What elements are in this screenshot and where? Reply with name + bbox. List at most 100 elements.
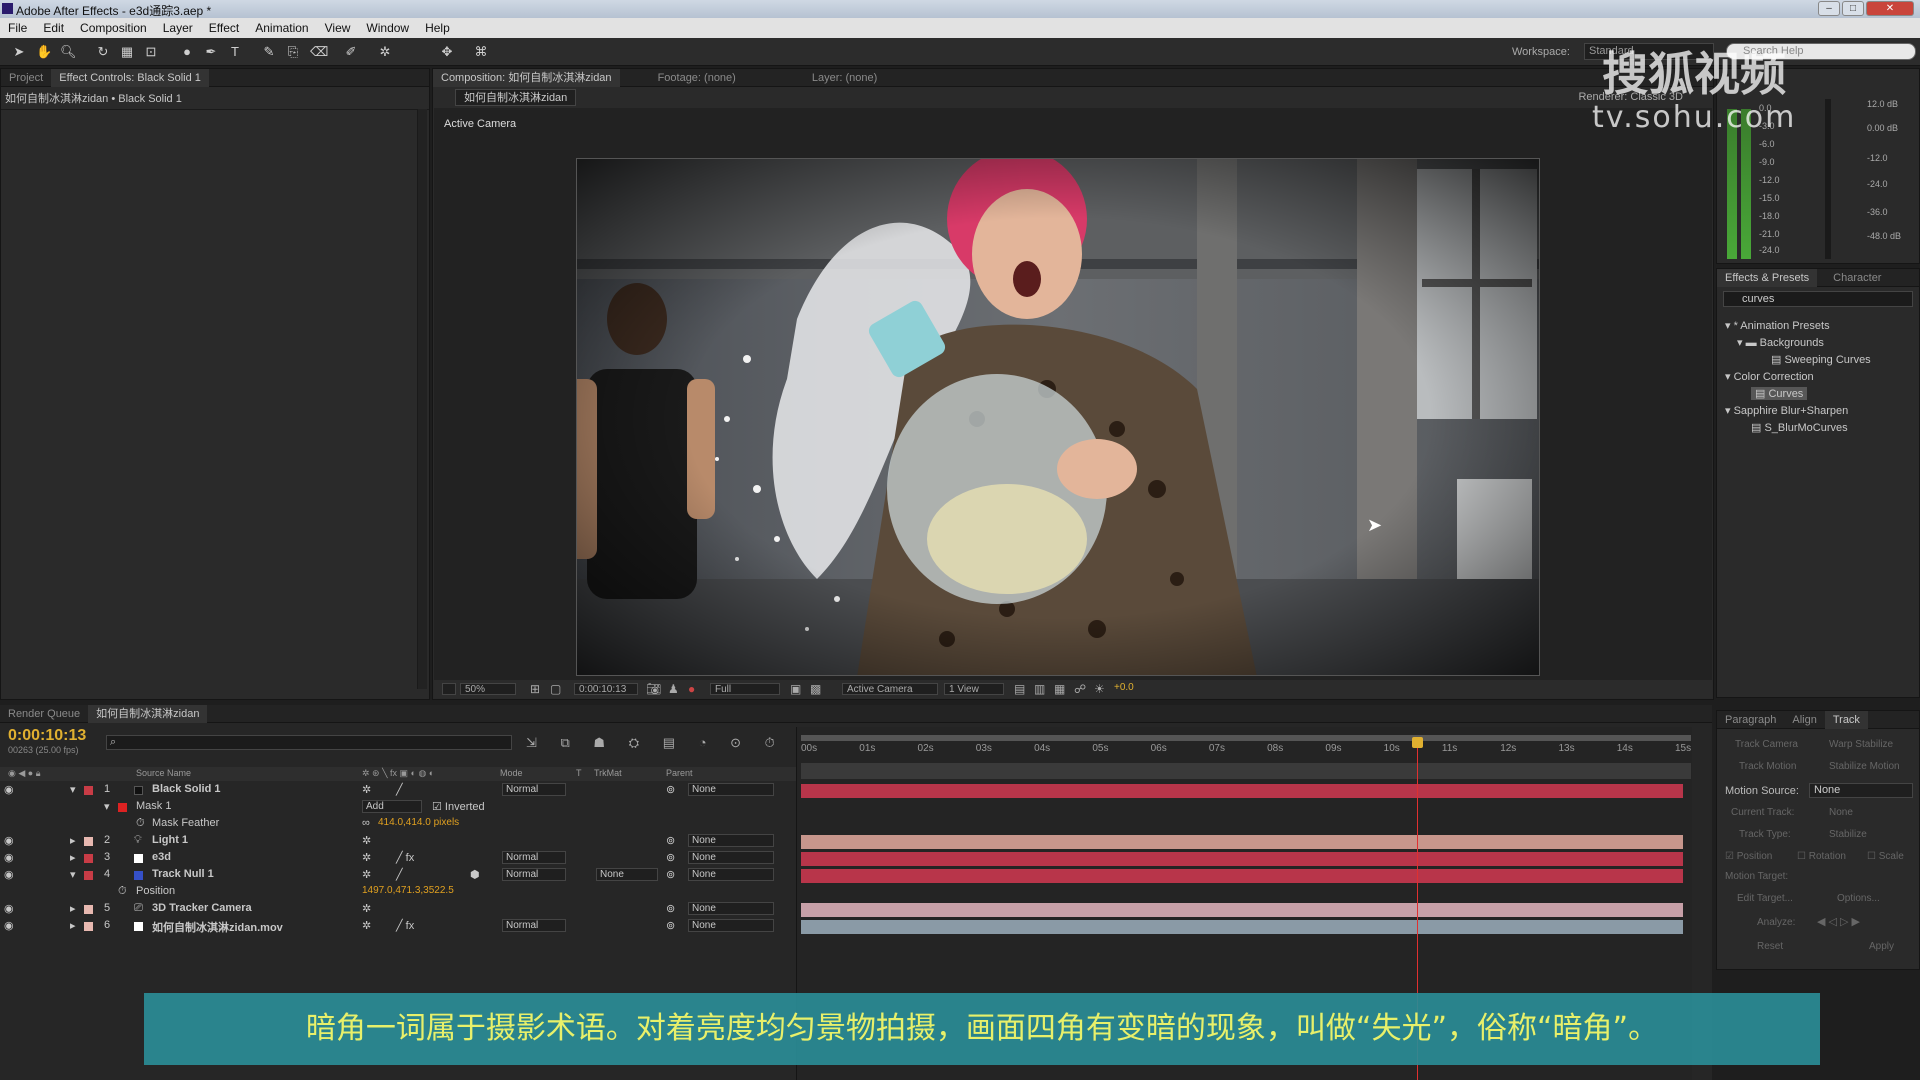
parent-dropdown[interactable]: None: [688, 851, 774, 864]
ellipse-tool-icon[interactable]: ●: [180, 45, 194, 59]
col-parent[interactable]: Parent: [666, 768, 693, 778]
rotate-tool-icon[interactable]: ↻: [96, 45, 110, 59]
timeline-icon[interactable]: ▦: [1054, 682, 1065, 696]
current-track-value[interactable]: None: [1829, 807, 1853, 818]
menu-view[interactable]: View: [317, 21, 359, 35]
label-color[interactable]: [84, 905, 93, 914]
mask-row[interactable]: ▾ Mask 1 Add ☑ Inverted: [0, 800, 796, 817]
show-snapshot-icon[interactable]: ♟: [668, 682, 679, 696]
layer-row-6[interactable]: ◉ ▸ 6 如何自制冰淇淋zidan.mov ✲ ╱ fx Normal ⊚ N…: [0, 919, 796, 936]
tree-item-backgrounds[interactable]: ▾ ▬ Backgrounds: [1737, 336, 1824, 349]
tree-item-curves[interactable]: ▤ Curves: [1751, 387, 1808, 400]
close-button[interactable]: ✕: [1866, 1, 1914, 16]
eye-icon[interactable]: ◉: [4, 902, 14, 915]
tree-item-color-correction[interactable]: ▾ Color Correction: [1725, 370, 1814, 383]
label-color[interactable]: [84, 837, 93, 846]
expand-arrow-icon[interactable]: ▸: [70, 851, 76, 864]
layer-row-4[interactable]: ◉ ▾ 4 Track Null 1 ✲ ╱ ⬢ Normal None ⊚ N…: [0, 868, 796, 885]
toggle-pixel-aspect-icon[interactable]: ▤: [1014, 682, 1025, 696]
trkmat-dropdown[interactable]: None: [596, 868, 658, 881]
tab-layer[interactable]: Layer: (none): [804, 69, 885, 87]
col-source-name[interactable]: Source Name: [136, 768, 191, 778]
menu-layer[interactable]: Layer: [155, 21, 201, 35]
mask-mode-dropdown[interactable]: Add: [362, 800, 422, 813]
quality-icon[interactable]: ╱ fx: [396, 851, 414, 864]
track-motion-button[interactable]: Track Motion: [1739, 761, 1796, 772]
hand-tool-icon[interactable]: ✋: [36, 45, 52, 59]
flowchart-icon[interactable]: ☍: [1074, 682, 1086, 696]
mask-feather-row[interactable]: ⏱ Mask Feather ∞ 414.0,414.0 pixels: [0, 817, 796, 834]
layer-track-bar[interactable]: [801, 784, 1683, 798]
3d-layer-icon[interactable]: ⬢: [470, 868, 480, 881]
pickwhip-icon[interactable]: ⊚: [666, 851, 675, 864]
layer-row-2[interactable]: ◉ ▸ 2 💡︎ Light 1 ✲ ⊚ None: [0, 834, 796, 851]
stopwatch-icon[interactable]: ⏱: [118, 885, 127, 898]
eye-icon[interactable]: ◉: [4, 919, 14, 932]
layer-name[interactable]: Light 1: [152, 834, 188, 846]
eraser-tool-icon[interactable]: ⌫: [310, 45, 328, 59]
pen-tool-icon[interactable]: ✒: [204, 45, 218, 59]
parent-dropdown[interactable]: None: [688, 919, 774, 932]
edit-target-button[interactable]: Edit Target...: [1737, 893, 1793, 904]
menu-help[interactable]: Help: [417, 21, 458, 35]
tab-character[interactable]: Character: [1825, 269, 1889, 287]
zoom-tool-icon[interactable]: 🔍︎: [60, 45, 77, 59]
label-color[interactable]: [84, 786, 93, 795]
parent-dropdown[interactable]: None: [688, 868, 774, 881]
shy-switch-icon[interactable]: ✲: [362, 851, 371, 864]
layer-track-bar[interactable]: [801, 920, 1683, 934]
mask-color[interactable]: [118, 803, 127, 812]
parent-dropdown[interactable]: None: [688, 783, 774, 796]
quality-icon[interactable]: ╱ fx: [396, 919, 414, 932]
text-tool-icon[interactable]: T: [228, 45, 242, 59]
eye-icon[interactable]: ◉: [4, 868, 14, 881]
pickwhip-icon[interactable]: ⊚: [666, 902, 675, 915]
warp-stabilize-button[interactable]: Warp Stabilize: [1829, 739, 1893, 750]
mask-name[interactable]: Mask 1: [136, 800, 171, 812]
view-layout-dropdown[interactable]: 1 View: [944, 683, 1004, 695]
layer-name[interactable]: Black Solid 1: [152, 783, 220, 795]
eye-icon[interactable]: ◉: [4, 783, 14, 796]
project-scrollbar[interactable]: [417, 109, 427, 689]
menu-window[interactable]: Window: [358, 21, 417, 35]
maximize-button[interactable]: □: [1842, 1, 1864, 16]
layer-name[interactable]: 3D Tracker Camera: [152, 902, 252, 914]
audio-level-slider[interactable]: [1825, 99, 1831, 259]
magnification-dropdown[interactable]: 50%: [460, 683, 516, 695]
minimize-button[interactable]: –: [1818, 1, 1840, 16]
axis-mode-icon[interactable]: ✥: [440, 45, 454, 59]
resolution-dropdown[interactable]: Full: [710, 683, 780, 695]
tree-item-animation-presets[interactable]: ▾ * Animation Presets: [1725, 319, 1830, 332]
current-time-field[interactable]: 0:00:10:13: [574, 683, 638, 695]
shy-switch-icon[interactable]: ✲: [362, 783, 371, 796]
inverted-checkbox[interactable]: ☑ Inverted: [432, 800, 485, 813]
mask-feather-value[interactable]: 414.0,414.0 pixels: [378, 817, 459, 828]
rotation-checkbox[interactable]: ☐ Rotation: [1797, 851, 1846, 862]
pickwhip-icon[interactable]: ⊚: [666, 868, 675, 881]
eye-icon[interactable]: ◉: [4, 834, 14, 847]
region-of-interest-icon[interactable]: ▣: [790, 682, 801, 696]
mode-dropdown[interactable]: Normal: [502, 868, 566, 881]
reset-button[interactable]: Reset: [1757, 941, 1783, 952]
layer-row-1[interactable]: ◉ ▾ 1 Black Solid 1 ✲ ╱ Normal ⊚ None: [0, 783, 796, 800]
expand-arrow-icon[interactable]: ▸: [70, 902, 76, 915]
playhead-handle[interactable]: [1411, 737, 1423, 748]
expand-arrow-icon[interactable]: ▾: [70, 783, 76, 796]
tree-item-sweeping-curves[interactable]: ▤ Sweeping Curves: [1771, 353, 1871, 366]
video-frame[interactable]: ➤: [576, 158, 1540, 676]
menu-composition[interactable]: Composition: [72, 21, 155, 35]
tab-timeline-comp[interactable]: 如何自制冰淇淋zidan: [88, 704, 208, 723]
exposure-icon[interactable]: ☀: [1094, 682, 1105, 696]
analyze-controls-icon[interactable]: ◀ ◁ ▷ ▶: [1817, 915, 1860, 928]
mask-visibility-icon[interactable]: ▢: [550, 682, 561, 696]
track-camera-button[interactable]: Track Camera: [1735, 739, 1798, 750]
parent-dropdown[interactable]: None: [688, 902, 774, 915]
layer-track-bar[interactable]: [801, 835, 1683, 849]
stabilize-motion-button[interactable]: Stabilize Motion: [1829, 761, 1900, 772]
layer-name[interactable]: 如何自制冰淇淋zidan.mov: [152, 919, 283, 935]
tab-composition[interactable]: Composition: 如何自制冰淇淋zidan: [433, 68, 620, 87]
expand-arrow-icon[interactable]: ▾: [70, 868, 76, 881]
shy-switch-icon[interactable]: ✲: [362, 902, 371, 915]
pan-behind-tool-icon[interactable]: ⊡: [144, 45, 158, 59]
mode-dropdown[interactable]: Normal: [502, 783, 566, 796]
